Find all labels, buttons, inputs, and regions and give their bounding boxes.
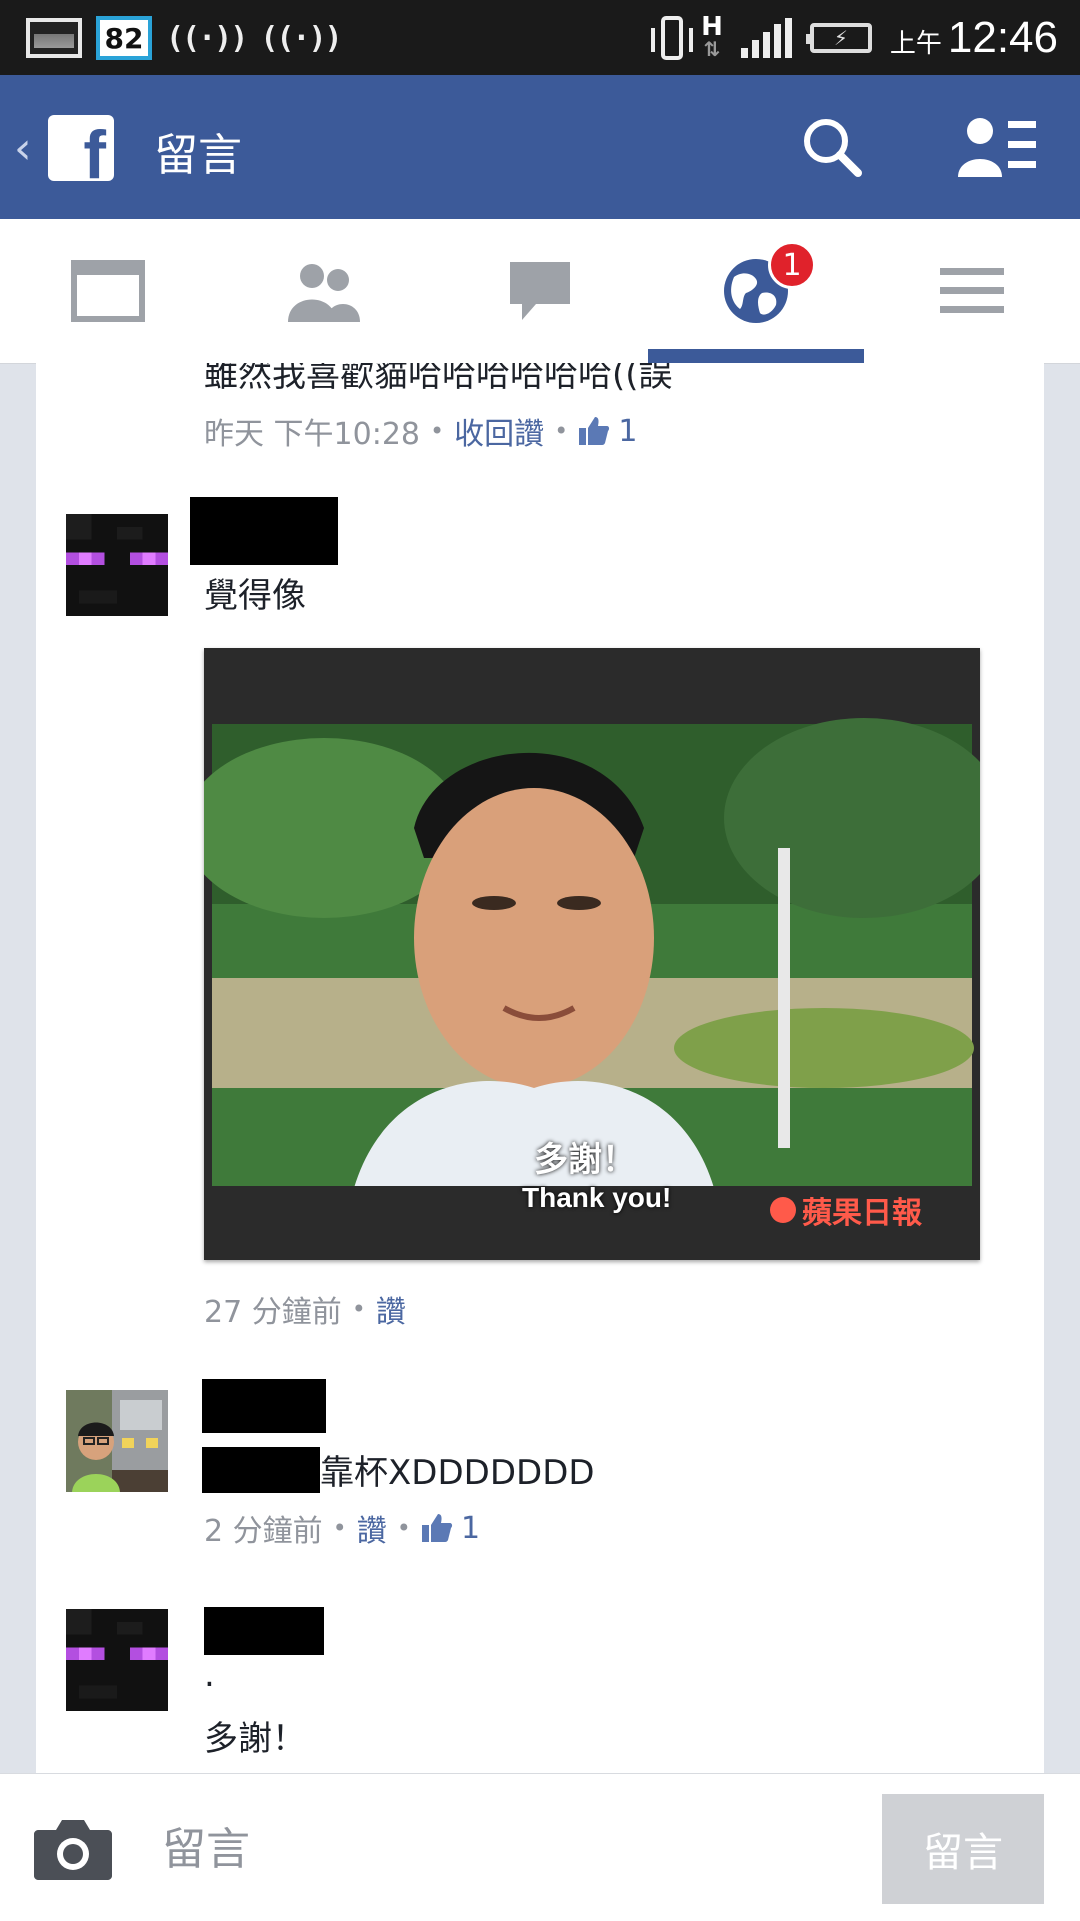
gallery-icon (26, 18, 82, 58)
thumbs-up-icon (579, 417, 610, 445)
comment-meta: 27 分鐘前 • 讚 (204, 1287, 406, 1331)
like-link[interactable]: 讚 (357, 1506, 387, 1550)
notification-count-icon: 82 (96, 16, 152, 60)
facebook-logo[interactable]: f (48, 115, 114, 181)
thumbs-up-icon (421, 1514, 453, 1542)
comment-timestamp: 27 分鐘前 (204, 1295, 342, 1330)
wifi-calling-icon: ((·)) (260, 20, 342, 56)
post-comment-button[interactable]: 留言 (882, 1794, 1044, 1904)
page-title: 留言 (154, 130, 242, 181)
image-caption-chinese: 多謝！ (534, 1140, 636, 1180)
image-watermark: 蘋果日報 (770, 1188, 922, 1232)
comment-input[interactable] (160, 1800, 844, 1898)
like-count[interactable]: 1 (421, 1511, 480, 1546)
menu-icon (940, 268, 1004, 313)
avatar[interactable] (66, 1390, 168, 1492)
network-type-icon: H ⇅ (701, 12, 723, 61)
redacted-name[interactable] (204, 1607, 324, 1655)
avatar[interactable] (66, 1609, 168, 1711)
active-tab-indicator (648, 349, 864, 363)
friends-icon (288, 264, 360, 322)
comment-text-line: . (204, 1655, 215, 1695)
tab-friend-requests[interactable] (216, 219, 432, 363)
apple-icon (770, 1197, 796, 1223)
like-link[interactable]: 讚 (376, 1287, 406, 1331)
tab-more-menu[interactable] (864, 219, 1080, 363)
comment-text: 多謝！ (204, 1719, 306, 1759)
app-header: ‹ f 留言 (0, 75, 1080, 219)
comment-photo[interactable]: 多謝！ Thank you! 蘋果日報 (204, 648, 980, 1260)
redacted-mention[interactable] (202, 1446, 320, 1493)
comment-timestamp: 昨天 下午10:28 (204, 417, 420, 452)
comment-text: 靠杯XDDDDDDD (320, 1453, 595, 1493)
tab-messages[interactable] (432, 219, 648, 363)
signal-strength-icon (740, 18, 792, 58)
clock: 上午 12:46 (889, 13, 1058, 62)
comment-meta: 昨天 下午10:28 • 收回讚 • 1 (204, 409, 637, 453)
comment-meta: 2 分鐘前 • 讚 • 1 (204, 1506, 480, 1550)
camera-icon[interactable] (34, 1818, 112, 1880)
like-count[interactable]: 1 (578, 414, 637, 449)
comment-composer: 留言 (0, 1773, 1080, 1921)
notification-badge: 1 (768, 241, 816, 289)
tab-notifications[interactable] (648, 219, 864, 363)
redacted-name[interactable] (202, 1379, 326, 1433)
search-icon[interactable] (800, 115, 864, 179)
redacted-name[interactable] (190, 497, 338, 565)
friends-list-icon[interactable] (956, 115, 1038, 179)
comment-text: 覺得像 (204, 576, 306, 616)
tab-bar: 1 (0, 219, 1080, 364)
vibrate-icon (651, 16, 694, 60)
comment-text-row: 靠杯XDDDDDDD (202, 1445, 595, 1494)
comment-text: 雖然我喜歡貓哈哈哈哈哈哈((誤 (204, 363, 673, 395)
comment-list[interactable]: 雖然我喜歡貓哈哈哈哈哈哈((誤 昨天 下午10:28 • 收回讚 • 1 覺得像… (36, 363, 1044, 1773)
comment-timestamp: 2 分鐘前 (204, 1514, 323, 1549)
wifi-hotspot-icon: ((·)) (166, 20, 248, 56)
tab-news-feed[interactable] (0, 219, 216, 363)
image-caption-english: Thank you! (522, 1182, 672, 1213)
messages-icon (510, 262, 570, 320)
battery-charging-icon: ⚡ (805, 23, 872, 53)
avatar[interactable] (66, 514, 168, 616)
status-bar: 82 ((·)) ((·)) H ⇅ ⚡ 上午 12:46 (0, 0, 1080, 75)
unlike-link[interactable]: 收回讚 (454, 409, 544, 453)
back-chevron-icon[interactable]: ‹ (14, 123, 32, 174)
news-feed-icon (71, 260, 145, 322)
